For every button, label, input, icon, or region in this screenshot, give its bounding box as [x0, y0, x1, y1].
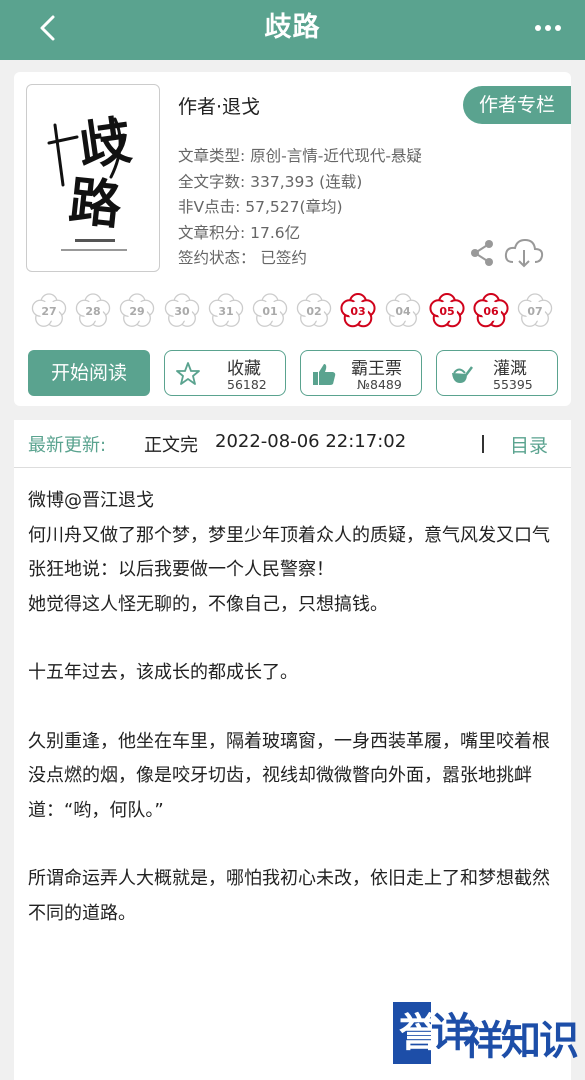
table-of-contents-link[interactable]: 目录: [510, 431, 548, 458]
rating-day-03[interactable]: 03: [339, 292, 377, 330]
app-header: 歧路: [0, 0, 585, 60]
rating-day-label: 04: [395, 305, 411, 318]
overlord-ticket-label: 霸王票: [351, 359, 402, 379]
chapter-preview-card: 最新更新: 正文完 2022-08-06 22:17:02 目录 微博@晋江退戈…: [14, 420, 571, 1080]
meta-contract: 签约状态： 已签约: [178, 249, 307, 267]
watermark-text: 祥知识: [463, 1018, 579, 1064]
rating-day-28[interactable]: 28: [74, 292, 112, 330]
irrigate-button[interactable]: 灌溉 55395: [436, 350, 558, 396]
daily-rating-strip: 27 28 29 30 31 01 02 03 04 05 06 07: [30, 292, 555, 332]
rating-day-label: 01: [262, 305, 277, 318]
watering-can-icon: [452, 366, 473, 383]
rating-day-30[interactable]: 30: [163, 292, 201, 330]
watermark-logo: 誉 详 祥知识: [393, 1002, 579, 1070]
share-icon: [471, 240, 493, 266]
thumbs-up-icon: [313, 364, 336, 385]
meta-genre: 文章类型: 原创-言情-近代现代-悬疑: [178, 147, 422, 165]
irrigate-count: 55395: [493, 377, 533, 392]
summary-paragraph: 微博@晋江退戈: [28, 490, 154, 511]
favorite-count: 56182: [227, 377, 267, 392]
rating-day-label: 31: [218, 305, 233, 318]
action-row: 开始阅读 收藏 56182 霸王票 №8489 灌溉 55395: [28, 350, 558, 396]
book-summary: 微博@晋江退戈 何川舟又做了那个梦，梦里少年顶着众人的质疑，意气风发又口气张狂地…: [28, 484, 558, 931]
latest-update-time: 2022-08-06 22:17:02: [215, 431, 407, 452]
latest-update-label: 最新更新:: [28, 435, 107, 456]
rating-day-07[interactable]: 07: [516, 292, 554, 330]
book-cover[interactable]: 歧 路: [26, 84, 160, 272]
rating-day-label: 03: [351, 305, 366, 318]
rating-day-label: 07: [528, 305, 543, 318]
rating-day-label: 02: [307, 305, 322, 318]
rating-day-01[interactable]: 01: [251, 292, 289, 330]
more-button[interactable]: [533, 18, 563, 38]
start-reading-button[interactable]: 开始阅读: [28, 350, 150, 396]
meta-clicks: 非V点击: 57,527(章均): [178, 198, 343, 216]
book-info-card: 歧 路 作者·退戈 作者专栏 文章类型: 原创-言情-近代现代-悬疑 全文字数:…: [14, 72, 571, 406]
share-button[interactable]: [467, 238, 497, 268]
page-title: 歧路: [264, 12, 321, 43]
more-dots-icon: [535, 25, 561, 31]
summary-paragraph: 十五年过去，该成长的都成长了。: [28, 662, 298, 683]
meta-score: 文章积分: 17.6亿: [178, 223, 301, 242]
rating-day-27[interactable]: 27: [30, 292, 68, 330]
latest-update-bar[interactable]: 最新更新: 正文完 2022-08-06 22:17:02 目录: [14, 420, 571, 468]
rating-day-label: 05: [439, 305, 454, 318]
summary-paragraph: 何川舟又做了那个梦，梦里少年顶着众人的质疑，意气风发又口气张狂地说：以后我要做一…: [28, 524, 550, 581]
cover-title-char-2: 路: [66, 171, 125, 237]
favorite-button[interactable]: 收藏 56182: [164, 350, 286, 396]
cover-calligraphy: 歧 路: [47, 110, 135, 251]
rating-day-29[interactable]: 29: [118, 292, 156, 330]
cloud-download-icon: [504, 238, 544, 268]
meta-word-count: 全文字数: 337,393 (连载): [178, 172, 363, 191]
rating-day-31[interactable]: 31: [207, 292, 245, 330]
summary-paragraph: 她觉得这人怪无聊的，不像自己，只想搞钱。: [28, 593, 388, 615]
book-meta: 文章类型: 原创-言情-近代现代-悬疑 全文字数: 337,393 (连载) 非…: [178, 144, 468, 272]
author-name[interactable]: 作者·退戈: [178, 92, 260, 119]
download-button[interactable]: [503, 236, 545, 270]
divider: [482, 435, 484, 453]
rating-day-label: 29: [130, 305, 145, 318]
rating-day-label: 30: [174, 305, 190, 318]
rating-day-label: 27: [41, 305, 56, 318]
latest-update-status: 正文完: [144, 435, 198, 456]
rating-day-02[interactable]: 02: [295, 292, 333, 330]
summary-paragraph: 所谓命运弄人大概就是，哪怕我初心未改，依旧走上了和梦想截然不同的道路。: [28, 868, 550, 924]
rating-day-06[interactable]: 06: [472, 292, 510, 330]
summary-paragraph: 久别重逢，他坐在车里，隔着玻璃窗，一身西装革履，嘴里咬着根没点燃的烟，像是咬牙切…: [28, 730, 550, 821]
rating-day-04[interactable]: 04: [384, 292, 422, 330]
star-icon: [176, 362, 200, 385]
author-column-button[interactable]: 作者专栏: [463, 86, 571, 124]
overlord-ticket-button[interactable]: 霸王票 №8489: [300, 350, 422, 396]
rating-day-label: 28: [86, 305, 101, 318]
favorite-label: 收藏: [227, 359, 261, 379]
cover-title-char-1: 歧: [75, 110, 135, 178]
rating-day-05[interactable]: 05: [428, 292, 466, 330]
overlord-ticket-count: №8489: [357, 377, 402, 392]
irrigate-label: 灌溉: [493, 359, 527, 379]
rating-day-label: 06: [483, 305, 499, 318]
